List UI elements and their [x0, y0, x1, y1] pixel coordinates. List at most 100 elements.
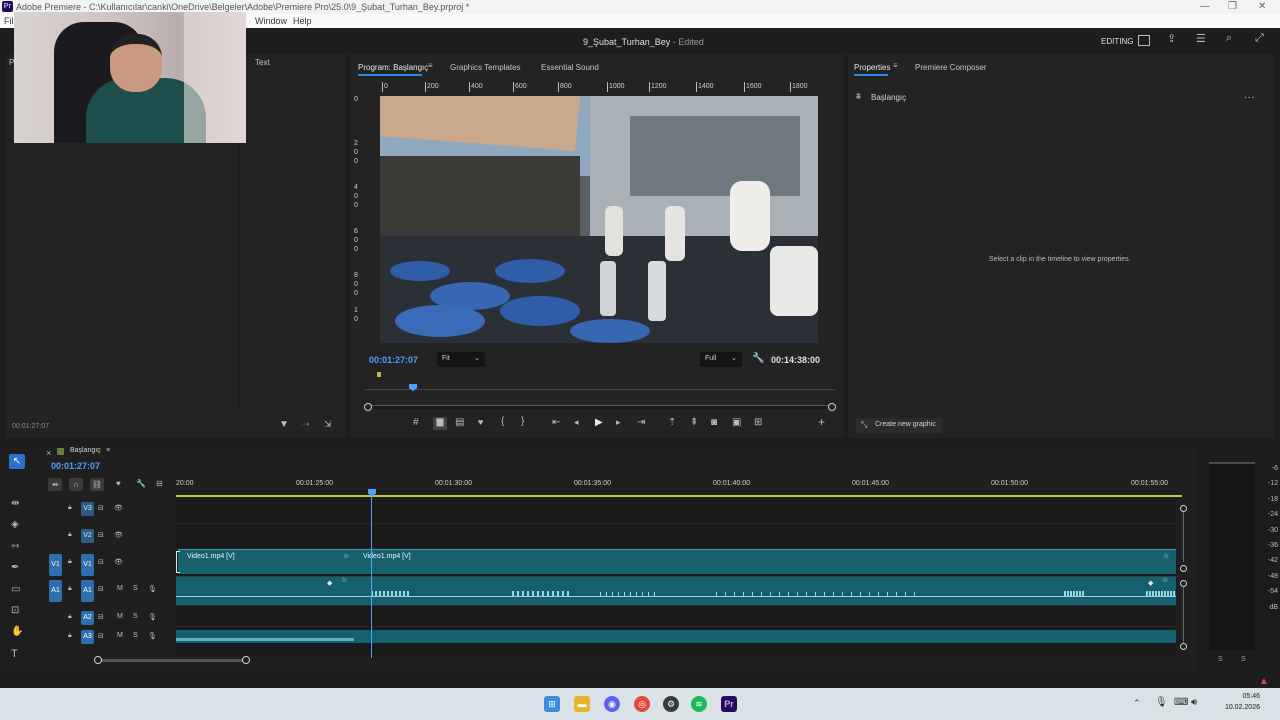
file-explorer-icon[interactable]: ▬ [574, 696, 590, 712]
network-icon[interactable]: ⌨ [1174, 697, 1188, 708]
slip-tool-icon[interactable]: ⊡ [11, 606, 19, 616]
eye-icon[interactable]: 👁︎ [114, 504, 123, 512]
camera-icon[interactable]: ◙ [711, 418, 717, 428]
more-options-icon[interactable]: ... [1244, 90, 1255, 101]
text-tab[interactable]: Text [255, 58, 270, 67]
go-to-in-icon[interactable]: ⇤ [552, 418, 560, 428]
create-new-graphic-button[interactable]: ⤡ Create new graphic [856, 418, 942, 433]
multicam-icon[interactable]: ▣ [732, 418, 741, 428]
premiere-taskbar-icon[interactable]: Pr [721, 696, 737, 712]
track-target-v2[interactable]: V2 [81, 529, 94, 543]
timeline-zoom-bar[interactable] [98, 659, 246, 662]
track-target-v3[interactable]: V3 [81, 502, 94, 516]
windows-start-icon[interactable]: ⊞ [544, 696, 560, 712]
lift-icon[interactable]: ⇡ [668, 418, 676, 428]
scroll-handle-left[interactable] [364, 403, 372, 411]
volume-icon[interactable]: 🔊︎ [1191, 697, 1197, 708]
menu-help[interactable]: Help [293, 16, 312, 26]
track-target-a2[interactable]: A2 [81, 611, 94, 625]
rectangle-tool-icon[interactable]: ▭ [11, 585, 20, 595]
fullscreen-icon[interactable]: ⤢ [1255, 33, 1264, 44]
mute-button[interactable]: M [117, 613, 123, 620]
razor-icon[interactable]: ⇿ [11, 542, 19, 552]
video-clip[interactable]: Video1.mp4 [V] fx [354, 549, 1176, 574]
selection-tool-icon[interactable]: ↖ [9, 454, 25, 469]
spotify-icon[interactable]: ≋ [691, 696, 707, 712]
microphone-icon[interactable]: 🎙︎ [148, 613, 157, 621]
keyframe-icon[interactable]: ◆ [1148, 579, 1153, 587]
step-forward-icon[interactable]: ▸ [616, 418, 621, 427]
work-area-bar[interactable] [176, 495, 1182, 497]
search-icon[interactable]: ⌕ [1226, 33, 1232, 44]
resolution-dropdown[interactable]: Full ⌄ [700, 352, 742, 367]
clock-time[interactable]: 05:46 [1220, 693, 1260, 700]
microphone-icon[interactable]: 🎙︎ [148, 585, 157, 593]
keyframe-icon[interactable]: ◆ [327, 579, 332, 587]
mark-in-icon[interactable]: { [501, 417, 504, 427]
grid-icon[interactable]: # [413, 418, 419, 428]
lock-icon[interactable]: 🔒︎ [68, 585, 72, 593]
menu-window[interactable]: Window [255, 16, 287, 26]
close-tab-icon[interactable]: × [46, 449, 51, 458]
panel-menu-icon[interactable]: ≡ [893, 62, 898, 70]
sync-lock-icon[interactable]: ⊟ [98, 531, 104, 539]
workspace-label[interactable]: EDITING [1101, 37, 1133, 46]
mute-button[interactable]: M [117, 585, 123, 592]
tab-essential-sound[interactable]: Essential Sound [541, 63, 599, 72]
settings-wrench-icon[interactable]: 🔧 [136, 480, 146, 488]
tab-program[interactable]: Program: Başlangıç [358, 63, 428, 72]
timeline-playhead-line[interactable] [371, 490, 372, 658]
chevron-up-icon[interactable]: ⌃ [1133, 698, 1141, 709]
lock-icon[interactable]: 🔒︎ [68, 504, 72, 512]
track-scroll-handle[interactable] [1180, 505, 1187, 512]
timeline-sequence-name[interactable]: Başlangıç [70, 447, 101, 454]
program-current-timecode[interactable]: 00:01:27:07 [369, 355, 418, 365]
sync-lock-icon[interactable]: ⊟ [98, 632, 104, 640]
warning-icon[interactable]: ▲ [1259, 676, 1269, 687]
track-scroll-handle[interactable] [1180, 643, 1187, 650]
linked-selection-icon[interactable]: ⛓ [90, 478, 104, 491]
go-to-out-icon[interactable]: ⇥ [637, 418, 645, 428]
sync-lock-icon[interactable]: ⊟ [98, 504, 104, 512]
step-back-icon[interactable]: ◂ [574, 418, 579, 427]
ripple-edit-icon[interactable]: ◈ [11, 520, 19, 530]
panel-menu-icon[interactable]: ≡ [428, 62, 433, 70]
comparison-icon[interactable]: ▤ [455, 418, 464, 428]
type-tool-icon[interactable]: T [11, 649, 18, 660]
sync-lock-icon[interactable]: ⊟ [98, 585, 104, 593]
clock-date[interactable]: 10.02.2026 [1208, 704, 1260, 711]
wrench-icon[interactable]: 🔧 [752, 354, 764, 364]
audio-clip-a1[interactable]: ◆ fx ◆ fx [176, 577, 1176, 605]
microphone-icon[interactable]: 🎙︎ [148, 632, 157, 640]
panel-menu-icon[interactable]: ≡ [106, 447, 110, 454]
solo-left-button[interactable]: S [1218, 656, 1223, 663]
pen-tool-icon[interactable]: ✒ [11, 563, 19, 573]
quick-export-icon[interactable]: ☰ [1196, 34, 1206, 45]
chrome-icon[interactable]: ◎ [634, 696, 650, 712]
tab-graphics-templates[interactable]: Graphics Templates [450, 63, 521, 72]
add-marker-icon[interactable]: ♥ [116, 480, 121, 488]
solo-button[interactable]: S [133, 585, 138, 592]
source-patch-v1[interactable]: V1 [49, 554, 62, 576]
zoom-handle-right[interactable] [242, 656, 250, 664]
link-icon[interactable]: ⇢ [302, 420, 310, 429]
add-button-icon[interactable]: + [818, 416, 825, 428]
add-marker-icon[interactable]: ♥ [478, 418, 483, 427]
eye-icon[interactable]: 👁︎ [114, 558, 123, 566]
sync-lock-icon[interactable]: ⊟ [98, 558, 104, 566]
fit-dropdown[interactable]: Fit ⌄ [437, 352, 485, 367]
monitor-time-ruler[interactable] [365, 383, 835, 393]
timeline-timecode[interactable]: 00:01:27:07 [51, 461, 100, 471]
extract-icon[interactable]: ⇞ [690, 418, 698, 428]
mark-out-icon[interactable]: } [521, 417, 524, 427]
timeline-time-ruler[interactable]: 20:00 00:01:25:00 00:01:30:00 00:01:35:0… [176, 476, 1182, 498]
insert-nest-icon[interactable]: ⇴ [48, 478, 62, 491]
track-target-a1[interactable]: A1 [81, 580, 94, 602]
steam-icon[interactable]: ⚙ [663, 696, 679, 712]
microphone-tray-icon[interactable]: 🎙︎ [1155, 697, 1168, 708]
scroll-handle-right[interactable] [828, 403, 836, 411]
track-target-v1[interactable]: V1 [81, 554, 94, 576]
solo-button[interactable]: S [133, 632, 138, 639]
mute-button[interactable]: M [117, 632, 123, 639]
close-icon[interactable]: ✕ [1258, 1, 1266, 12]
